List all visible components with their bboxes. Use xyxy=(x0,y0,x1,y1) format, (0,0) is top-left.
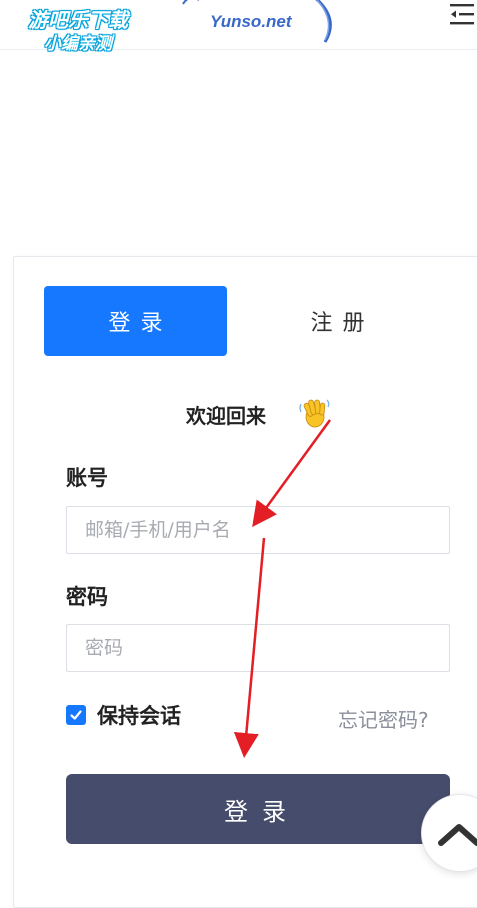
remember-label: 保持会话 xyxy=(97,704,181,728)
watermark-logo: 游吧乐下载 小编亲测 xyxy=(28,8,128,54)
chevron-up-icon xyxy=(438,824,477,846)
site-header: 游吧乐下载 小编亲测 Yunso.net xyxy=(0,0,477,54)
remember-checkbox[interactable] xyxy=(66,705,86,725)
password-input[interactable] xyxy=(66,624,450,672)
site-logo[interactable]: Yunso.net xyxy=(210,12,292,32)
tab-login[interactable]: 登录 xyxy=(44,286,227,356)
account-label: 账号 xyxy=(66,466,108,490)
welcome-text: 欢迎回来 xyxy=(186,404,266,428)
account-input[interactable] xyxy=(66,506,450,554)
forgot-password-link[interactable]: 忘记密码? xyxy=(338,704,429,733)
checkmark-icon xyxy=(70,710,82,720)
remember-session[interactable]: 保持会话 xyxy=(66,700,181,730)
tab-register[interactable]: 注册 xyxy=(246,286,429,356)
password-label: 密码 xyxy=(66,585,108,609)
menu-indent-icon[interactable] xyxy=(448,2,476,28)
waving-hand-icon xyxy=(299,399,330,428)
login-submit-button[interactable]: 登录 xyxy=(66,774,450,844)
